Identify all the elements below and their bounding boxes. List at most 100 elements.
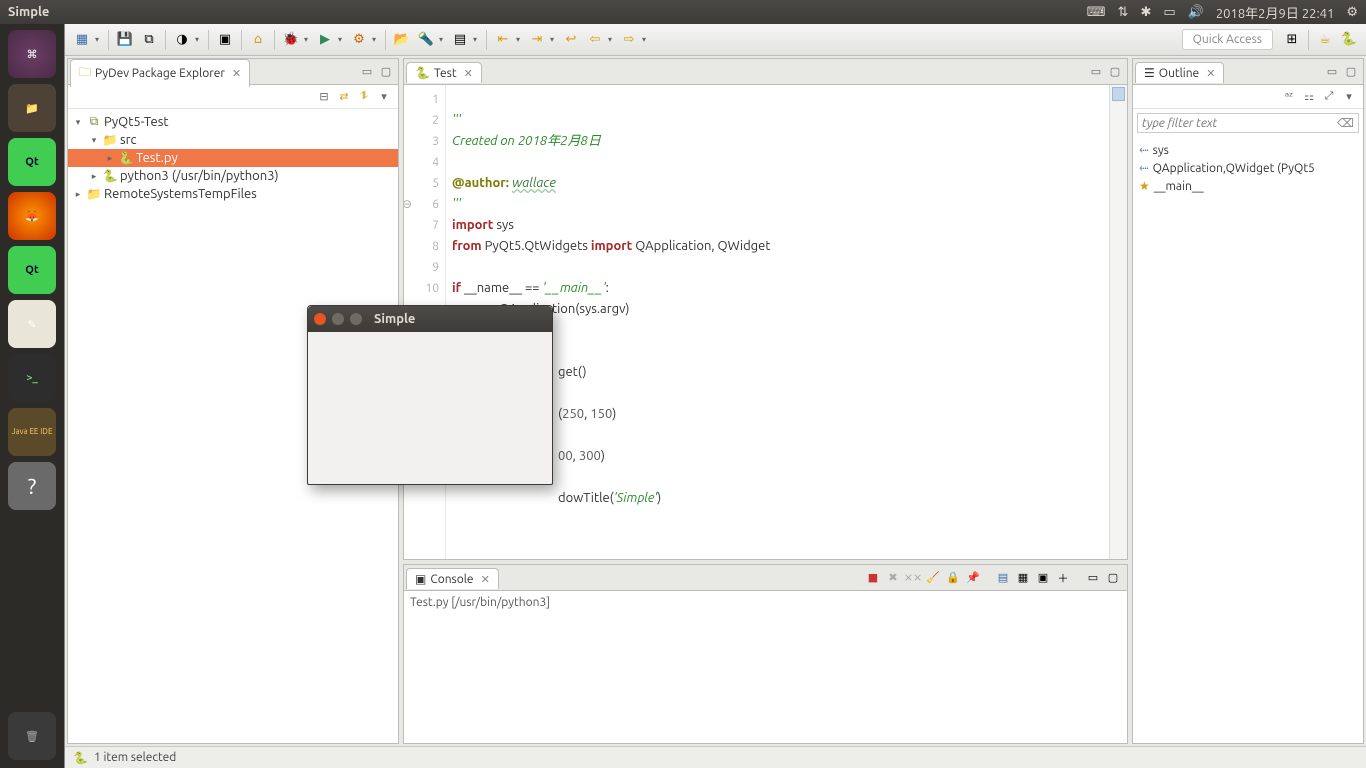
- clear-filter-icon[interactable]: ⌫: [1337, 116, 1354, 130]
- save-all-icon[interactable]: ⧉: [138, 29, 160, 51]
- close-icon[interactable]: ✕: [464, 67, 473, 80]
- perspective-java-icon[interactable]: ☕: [1314, 29, 1336, 51]
- settings-gear-icon[interactable]: ⚙: [1346, 5, 1358, 20]
- clear-console-icon[interactable]: 🧹: [925, 570, 941, 586]
- perspective-open-icon[interactable]: ⊞: [1281, 29, 1303, 51]
- project-node[interactable]: ▾⧉PyQt5-Test: [68, 113, 398, 131]
- open-folder-icon[interactable]: 📂: [391, 29, 413, 51]
- window-minimize-icon[interactable]: [332, 313, 344, 325]
- debug-icon[interactable]: 🐞: [280, 29, 302, 51]
- external-tools-icon[interactable]: ⚙: [348, 29, 370, 51]
- eclipse-ide-icon[interactable]: Java EE IDE: [8, 408, 56, 456]
- console-panel: ▣ Console ✕ ■ ✖ ⨯⨯ 🧹 🔒 📌 ▤ ▦ ▣: [403, 564, 1128, 744]
- remove-launch-icon[interactable]: ✖: [885, 570, 901, 586]
- text-editor-icon[interactable]: ✎: [8, 300, 56, 348]
- outline-filter[interactable]: ⌫: [1137, 113, 1359, 133]
- maximize-icon[interactable]: ▢: [1107, 64, 1123, 80]
- ubuntu-menubar: Simple ⌨ ⇅ ✱ ▭ 🔊 2018年2月9日 22:41 ⚙: [0, 0, 1366, 24]
- collapse-all-icon[interactable]: ⊟: [316, 89, 332, 105]
- window-maximize-icon[interactable]: [350, 313, 362, 325]
- files-app-icon[interactable]: 📁: [8, 84, 56, 132]
- show-console-icon[interactable]: ▦: [1015, 570, 1031, 586]
- dash-icon[interactable]: ⌘: [8, 30, 56, 78]
- nav-fwd-icon[interactable]: ⇥: [526, 29, 548, 51]
- minimize-icon[interactable]: ▭: [359, 64, 375, 80]
- open-type-icon[interactable]: ⌂: [247, 29, 269, 51]
- nav-back-icon[interactable]: ⇤: [492, 29, 514, 51]
- qt-assistant-icon[interactable]: Qt: [8, 246, 56, 294]
- outline-item-main[interactable]: ★__main__: [1139, 177, 1357, 195]
- save-icon[interactable]: 💾: [114, 29, 136, 51]
- toggle-icon[interactable]: ▣: [214, 29, 236, 51]
- display-selected-icon[interactable]: ▤: [995, 570, 1011, 586]
- open-console-icon[interactable]: ▣: [1035, 570, 1051, 586]
- testpy-file-node[interactable]: ▸🐍Test.py: [68, 149, 398, 167]
- editor-tab-test[interactable]: 🐍 Test ✕: [406, 62, 482, 83]
- src-folder-node[interactable]: ▾📁src: [68, 131, 398, 149]
- maximize-icon[interactable]: ▢: [1343, 64, 1359, 80]
- help-icon[interactable]: ?: [8, 462, 56, 510]
- filter-icon[interactable]: ⥮: [356, 89, 372, 105]
- search-icon[interactable]: 🔦: [415, 29, 437, 51]
- close-icon[interactable]: ✕: [481, 573, 490, 586]
- overview-ruler[interactable]: [1109, 85, 1127, 559]
- volume-icon[interactable]: 🔊: [1188, 5, 1204, 20]
- outline-panel: ☰ Outline ✕ ▭ ▢ ᵃᶻ ⚏ ⤢ ▾: [1132, 58, 1364, 744]
- quick-access-field[interactable]: Quick Access: [1182, 29, 1273, 50]
- console-output[interactable]: Test.py [/usr/bin/python3]: [404, 591, 1127, 743]
- unity-launcher: ⌘ 📁 Qt 🦊 Qt ✎ >_ Java EE IDE ? 🗑: [0, 24, 64, 768]
- trash-icon[interactable]: 🗑: [8, 712, 56, 760]
- outline-item-qapplication[interactable]: ⬸QApplication,QWidget (PyQt5: [1139, 159, 1357, 177]
- system-indicators[interactable]: ⌨ ⇅ ✱ ▭ 🔊 2018年2月9日 22:41 ⚙: [1087, 3, 1358, 22]
- bluetooth-icon[interactable]: ✱: [1140, 5, 1151, 20]
- outline-tab[interactable]: ☰ Outline ✕: [1135, 62, 1224, 83]
- outline-item-sys[interactable]: ⬸sys: [1139, 141, 1357, 159]
- remote-systems-node[interactable]: ▸📁RemoteSystemsTempFiles: [68, 185, 398, 203]
- run-icon[interactable]: ▶: [314, 29, 336, 51]
- console-tab[interactable]: ▣ Console ✕: [406, 568, 499, 589]
- qt-creator-icon[interactable]: Qt: [8, 138, 56, 186]
- sort-icon[interactable]: ᵃᶻ: [1281, 89, 1297, 105]
- minimize-icon[interactable]: ▭: [1088, 64, 1104, 80]
- import-icon: ⬸: [1139, 161, 1149, 175]
- pin-console-icon[interactable]: 📌: [965, 570, 981, 586]
- nav-next-icon[interactable]: ⇨: [618, 29, 640, 51]
- network-icon[interactable]: ⇅: [1118, 5, 1129, 20]
- close-icon[interactable]: ✕: [1206, 67, 1215, 80]
- task-icon[interactable]: ▤: [449, 29, 471, 51]
- python-interpreter-node[interactable]: ▸🐍python3 (/usr/bin/python3): [68, 167, 398, 185]
- new-icon[interactable]: ▦: [71, 29, 93, 51]
- build-icon[interactable]: ◑: [171, 29, 193, 51]
- simple-app-window[interactable]: Simple: [307, 305, 553, 485]
- new-console-icon[interactable]: ＋: [1055, 570, 1071, 586]
- view-menu-icon[interactable]: ▾: [1341, 89, 1357, 105]
- link-editor-icon[interactable]: ⇄: [336, 89, 352, 105]
- minimize-icon[interactable]: ▭: [1085, 570, 1101, 586]
- import-icon: ⬸: [1139, 143, 1149, 157]
- simple-titlebar[interactable]: Simple: [308, 306, 552, 332]
- firefox-icon[interactable]: 🦊: [8, 192, 56, 240]
- perspective-pydev-icon[interactable]: 🐍: [1338, 29, 1360, 51]
- outline-column: ☰ Outline ✕ ▭ ▢ ᵃᶻ ⚏ ⤢ ▾: [1130, 56, 1366, 746]
- outline-filter-input[interactable]: [1142, 117, 1337, 130]
- hide-fields-icon[interactable]: ⚏: [1301, 89, 1317, 105]
- expand-icon[interactable]: ⤢: [1321, 89, 1337, 105]
- keyboard-icon[interactable]: ⌨: [1087, 5, 1106, 20]
- eclipse-statusbar: 🐍 1 item selected: [65, 746, 1366, 768]
- nav-last-icon[interactable]: ↩: [560, 29, 582, 51]
- maximize-icon[interactable]: ▢: [1105, 570, 1121, 586]
- remove-all-icon[interactable]: ⨯⨯: [905, 570, 921, 586]
- datetime-label[interactable]: 2018年2月9日 22:41: [1216, 3, 1335, 22]
- view-menu-icon[interactable]: ▾: [376, 89, 392, 105]
- terminal-icon[interactable]: >_: [8, 354, 56, 402]
- terminate-icon[interactable]: ■: [865, 570, 881, 586]
- window-close-icon[interactable]: [314, 313, 326, 325]
- maximize-icon[interactable]: ▢: [378, 64, 394, 80]
- scroll-lock-icon[interactable]: 🔒: [945, 570, 961, 586]
- nav-prev-icon[interactable]: ⇦: [584, 29, 606, 51]
- outline-list[interactable]: ⬸sys ⬸QApplication,QWidget (PyQt5 ★__mai…: [1133, 137, 1363, 743]
- battery-icon[interactable]: ▭: [1163, 5, 1175, 20]
- package-explorer-tab[interactable]: 🗀 PyDev Package Explorer ✕: [70, 59, 250, 87]
- minimize-icon[interactable]: ▭: [1324, 64, 1340, 80]
- close-icon[interactable]: ✕: [232, 67, 241, 80]
